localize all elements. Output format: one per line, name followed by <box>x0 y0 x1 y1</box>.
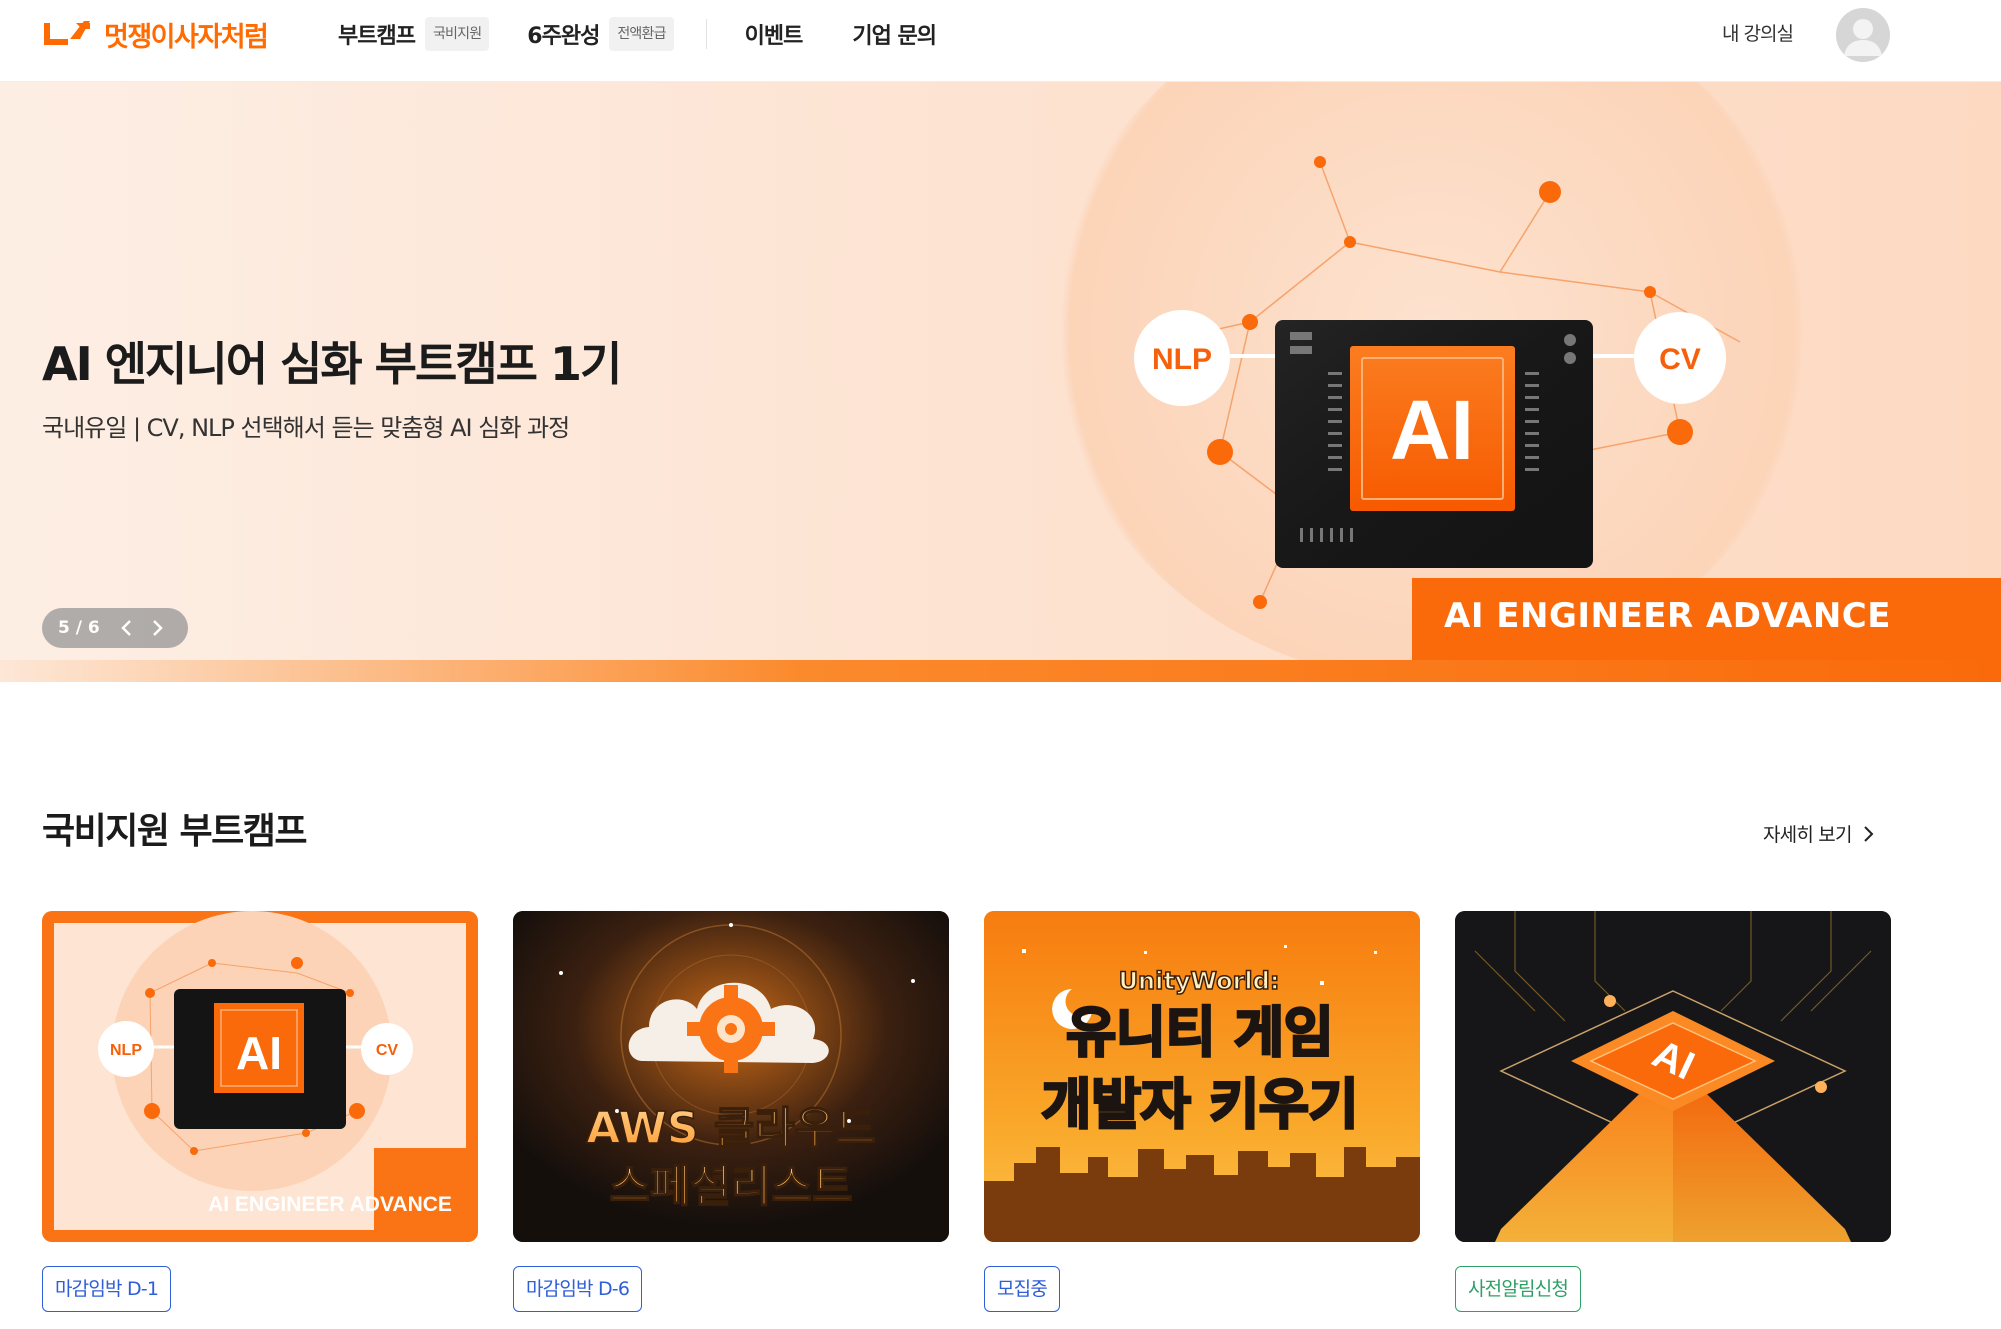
course-card-aws[interactable]: AWS 클라우드 스페셜리스트 <box>513 911 949 1242</box>
hero-strip <box>0 660 2001 682</box>
hero-chip-text: AI <box>1390 383 1474 477</box>
logo-text: 멋쟁이사자처럼 <box>104 21 269 53</box>
status-badge-card-2: 마감임박 D-6 <box>513 1266 643 1312</box>
course-thumbnail-ai-engineer: AI NLP CV AI ENGINEER ADVANCE <box>42 911 478 1242</box>
course-thumbnail-aws: AWS 클라우드 스페셜리스트 <box>513 911 949 1242</box>
main-nav: 부트캠프 국비지원 6주완성 전액환급 이벤트 기업 문의 <box>338 15 937 53</box>
nav-bootcamp-badge: 국비지원 <box>424 17 490 51</box>
nav-bootcamp-label: 부트캠프 <box>338 24 416 49</box>
course-card-unity[interactable]: UnityWorld: 유니티 게임 개발자 키우기 <box>984 911 1420 1242</box>
chevron-right-icon <box>152 620 163 636</box>
carousel-pager: 5 / 6 <box>42 608 188 648</box>
carousel-count: 5 / 6 <box>58 618 100 638</box>
card-2-line1: AWS 클라우드 <box>586 1103 876 1154</box>
nav-enterprise-label: 기업 문의 <box>852 24 937 49</box>
course-thumbnail-unity: UnityWorld: 유니티 게임 개발자 키우기 <box>984 911 1420 1242</box>
site-logo[interactable]: 멋쟁이사자처럼 <box>42 14 269 54</box>
hero-nlp-bubble: NLP <box>1152 343 1212 376</box>
card-1-left-bubble: NLP <box>110 1042 142 1059</box>
card-1-chip-text: AI <box>236 1027 282 1079</box>
course-thumbnail-ai-pyramid: AI <box>1455 911 1891 1242</box>
status-badge-card-4: 사전알림신청 <box>1455 1266 1582 1312</box>
nav-events[interactable]: 이벤트 <box>744 15 804 53</box>
section-title: 국비지원 부트캠프 <box>42 811 308 852</box>
card-3-line2: 개발자 키우기 <box>1042 1073 1359 1136</box>
see-more-label: 자세히 보기 <box>1763 824 1852 846</box>
card-1-tag: AI ENGINEER ADVANCE <box>208 1193 452 1216</box>
nav-events-label: 이벤트 <box>744 24 804 49</box>
status-badge-card-1: 마감임박 D-1 <box>42 1266 172 1312</box>
card-3-brand: UnityWorld: <box>1119 967 1280 995</box>
nav-divider <box>705 19 707 49</box>
hero-tag-text: AI ENGINEER ADVANCE <box>1444 596 1891 636</box>
card-2-line2: 스페셜리스트 <box>610 1161 853 1212</box>
nav-six-week[interactable]: 6주완성 전액환급 <box>527 15 674 53</box>
card-1-right-bubble: CV <box>376 1042 399 1059</box>
carousel-next-button[interactable] <box>142 613 172 643</box>
nav-enterprise[interactable]: 기업 문의 <box>852 15 937 53</box>
logo-mark-icon <box>44 21 90 45</box>
chevron-left-icon <box>120 620 131 636</box>
hero-cv-bubble: CV <box>1659 343 1701 376</box>
hero-banner[interactable]: AI NLP CV AI 엔지니어 심화 부트캠프 1기 국내유일 | CV, … <box>0 82 2001 682</box>
card-3-line1: 유니티 게임 <box>1066 1001 1333 1064</box>
course-card-ai-engineer[interactable]: AI NLP CV AI ENGINEER ADVANCE <box>42 911 478 1242</box>
hero-title: AI 엔지니어 심화 부트캠프 1기 <box>42 337 622 391</box>
course-card-ai-pyramid[interactable]: AI <box>1455 911 1891 1242</box>
user-avatar[interactable] <box>1836 8 1890 62</box>
chevron-right-icon <box>1863 825 1874 842</box>
see-more-link[interactable]: 자세히 보기 <box>1763 820 1874 847</box>
nav-six-week-label: 6주완성 <box>527 24 600 49</box>
hero-subtitle: 국내유일 | CV, NLP 선택해서 듣는 맞춤형 AI 심화 과정 <box>42 414 570 442</box>
status-badge-card-3: 모집중 <box>984 1266 1061 1312</box>
top-header: 멋쟁이사자처럼 부트캠프 국비지원 6주완성 전액환급 이벤트 기업 문의 내 … <box>0 0 2001 82</box>
nav-six-week-badge: 전액환급 <box>609 17 674 51</box>
nav-bootcamp[interactable]: 부트캠프 국비지원 <box>338 15 490 53</box>
my-classroom-link[interactable]: 내 강의실 <box>1722 18 1794 50</box>
hero-ai-illustration: AI NLP CV <box>1134 156 1741 609</box>
carousel-prev-button[interactable] <box>112 613 142 643</box>
user-icon <box>1844 19 1882 56</box>
